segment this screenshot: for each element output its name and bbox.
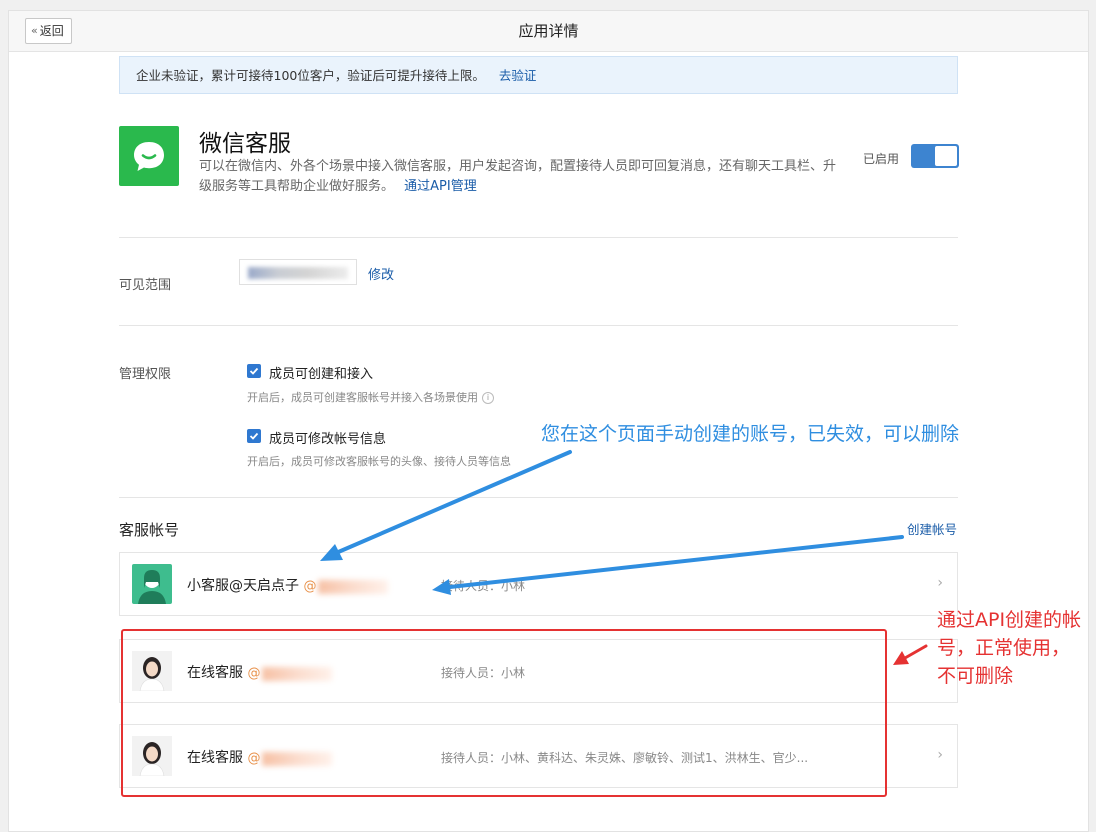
blue-arrow-line: [334, 450, 572, 555]
blue-arrow-head: [432, 579, 451, 595]
annotation-arrows: [320, 450, 928, 665]
blue-arrow-line: [448, 535, 904, 589]
red-arrow-line: [903, 644, 928, 660]
